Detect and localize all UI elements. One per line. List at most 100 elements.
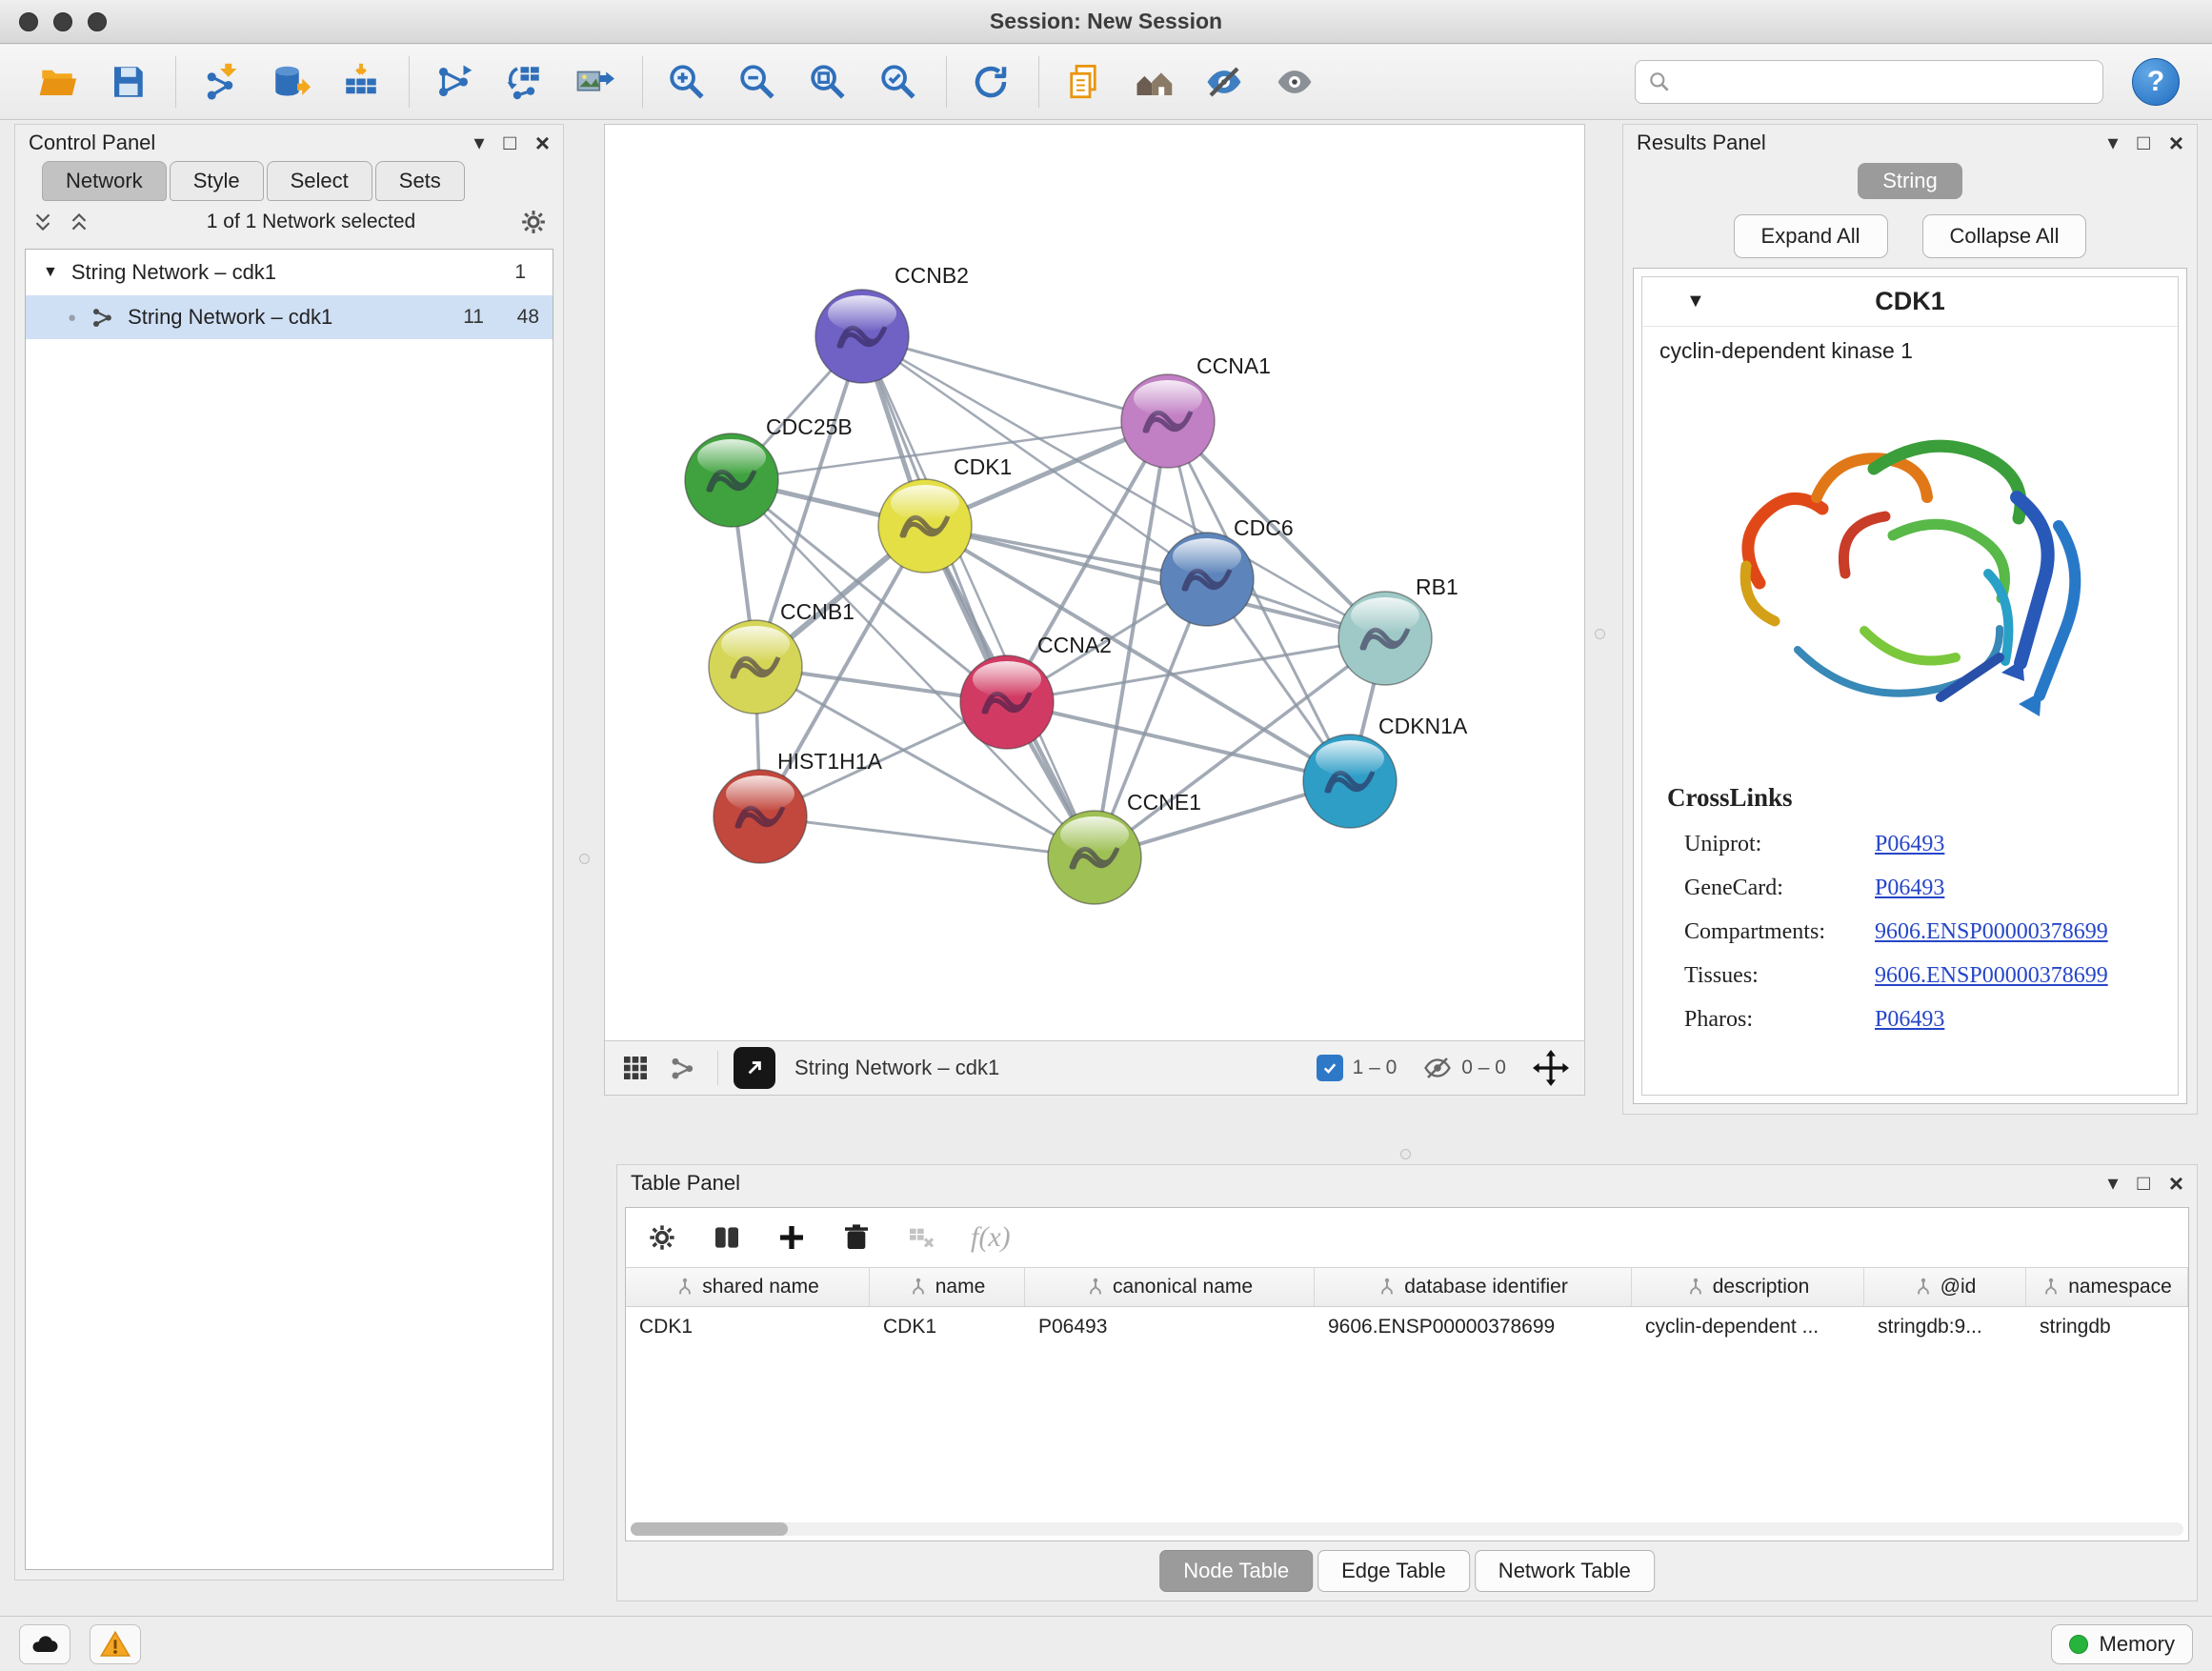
birdseye-grid-icon[interactable] <box>620 1053 651 1083</box>
table-row[interactable]: CDK1 CDK1 P06493 9606.ENSP00000378699 cy… <box>626 1307 2188 1347</box>
network-edge-ccnb2-ccna1[interactable] <box>862 336 1168 421</box>
add-row-plus-icon[interactable] <box>776 1222 807 1253</box>
tree-caret-icon[interactable]: ▼ <box>43 264 58 281</box>
cell-database-identifier[interactable]: 9606.ENSP00000378699 <box>1315 1307 1632 1347</box>
save-session-button[interactable] <box>103 55 152 109</box>
import-network-database-button[interactable] <box>266 55 315 109</box>
cell-name[interactable]: CDK1 <box>870 1307 1025 1347</box>
collapse-all-button[interactable]: Collapse All <box>1922 214 2087 258</box>
network-edge-hist1h1a-ccne1[interactable] <box>760 816 1095 857</box>
close-panel-icon[interactable]: × <box>535 131 550 155</box>
splitter-grip[interactable] <box>1595 629 1605 639</box>
float-panel-icon[interactable]: □ <box>2138 1171 2150 1196</box>
crosslink-link[interactable]: 9606.ENSP00000378699 <box>1875 919 2108 945</box>
refresh-button[interactable] <box>966 55 1016 109</box>
export-image-button[interactable] <box>570 55 619 109</box>
column-header-shared-name[interactable]: shared name <box>626 1268 870 1306</box>
entry-caret-icon[interactable]: ▼ <box>1686 291 1705 312</box>
cell-description[interactable]: cyclin-dependent ... <box>1632 1307 1864 1347</box>
float-panel-icon[interactable]: □ <box>504 131 516 155</box>
cloud-button[interactable] <box>19 1624 70 1664</box>
tab-network[interactable]: Network <box>42 161 167 201</box>
tab-node-table[interactable]: Node Table <box>1159 1550 1313 1592</box>
cell-canonical-name[interactable]: P06493 <box>1025 1307 1315 1347</box>
entry-header[interactable]: ▼ CDK1 <box>1642 277 2178 327</box>
expand-all-icon[interactable] <box>67 210 91 234</box>
splitter-grip[interactable] <box>579 854 590 864</box>
network-node-cdk1[interactable]: CDK1 <box>878 454 1012 573</box>
network-node-ccnb1[interactable]: CCNB1 <box>709 599 855 714</box>
function-builder-fx[interactable]: f(x) <box>971 1221 1011 1254</box>
network-edge-ccnb2-ccne1[interactable] <box>862 336 1095 857</box>
open-session-button[interactable] <box>32 55 82 109</box>
close-panel-icon[interactable]: × <box>2169 1171 2183 1196</box>
memory-button[interactable]: Memory <box>2051 1624 2193 1664</box>
export-network-button[interactable] <box>734 1047 775 1089</box>
column-header-namespace[interactable]: namespace <box>2026 1268 2188 1306</box>
column-header-id[interactable]: @id <box>1864 1268 2026 1306</box>
delete-trash-icon[interactable] <box>841 1222 872 1253</box>
collapse-panel-icon[interactable]: ▾ <box>2107 1171 2118 1196</box>
hidden-eye-slash-icon[interactable] <box>1423 1054 1452 1082</box>
help-button[interactable]: ? <box>2132 58 2180 106</box>
network-from-table-button[interactable] <box>499 55 549 109</box>
column-header-description[interactable]: description <box>1632 1268 1864 1306</box>
crosslink-link[interactable]: P06493 <box>1875 876 1944 901</box>
tab-style[interactable]: Style <box>170 161 264 201</box>
tab-string[interactable]: String <box>1858 163 1961 199</box>
close-panel-icon[interactable]: × <box>2169 131 2183 155</box>
delete-table-icon[interactable] <box>906 1222 936 1253</box>
zoom-fit-button[interactable] <box>803 55 853 109</box>
import-table-button[interactable] <box>336 55 386 109</box>
network-row-selected[interactable]: ● String Network – cdk1 11 48 <box>26 295 553 339</box>
warnings-button[interactable] <box>90 1624 141 1664</box>
splitter-grip[interactable] <box>1400 1149 1411 1159</box>
float-panel-icon[interactable]: □ <box>2138 131 2150 155</box>
tab-edge-table[interactable]: Edge Table <box>1317 1550 1470 1592</box>
network-node-cdkn1a[interactable]: CDKN1A <box>1303 714 1468 828</box>
network-options-gear-icon[interactable] <box>519 208 548 236</box>
search-input[interactable] <box>1681 63 2091 101</box>
tab-network-table[interactable]: Network Table <box>1475 1550 1655 1592</box>
network-node-ccna1[interactable]: CCNA1 <box>1121 353 1271 468</box>
crosslink-link[interactable]: P06493 <box>1875 1007 1944 1033</box>
collapse-all-icon[interactable] <box>30 210 55 234</box>
crosslink-link[interactable]: P06493 <box>1875 832 1944 857</box>
hide-selected-button[interactable] <box>1199 55 1249 109</box>
zoom-out-button[interactable] <box>733 55 782 109</box>
pan-crosshair-icon[interactable] <box>1533 1050 1569 1086</box>
tab-select[interactable]: Select <box>267 161 372 201</box>
crosslink-link[interactable]: 9606.ENSP00000378699 <box>1875 963 2108 989</box>
column-header-canonical-name[interactable]: canonical name <box>1025 1268 1315 1306</box>
copy-document-button[interactable] <box>1058 55 1108 109</box>
horizontal-scrollbar[interactable] <box>631 1522 2183 1536</box>
close-window-button[interactable] <box>19 12 38 31</box>
tab-sets[interactable]: Sets <box>375 161 465 201</box>
cell-id[interactable]: stringdb:9... <box>1864 1307 2026 1347</box>
network-node-ccnb2[interactable]: CCNB2 <box>815 263 969 383</box>
cell-shared-name[interactable]: CDK1 <box>626 1307 870 1347</box>
network-collection-row[interactable]: ▼ String Network – cdk1 1 <box>26 250 553 295</box>
table-settings-gear-icon[interactable] <box>647 1222 677 1253</box>
column-header-database-identifier[interactable]: database identifier <box>1315 1268 1632 1306</box>
scrollbar-thumb[interactable] <box>631 1522 788 1536</box>
show-columns-icon[interactable] <box>712 1222 742 1253</box>
import-network-file-button[interactable] <box>195 55 245 109</box>
network-node-rb1[interactable]: RB1 <box>1338 574 1458 685</box>
show-hidden-button[interactable] <box>1270 55 1319 109</box>
collapse-panel-icon[interactable]: ▾ <box>2107 131 2118 155</box>
minimize-window-button[interactable] <box>53 12 72 31</box>
new-network-button[interactable] <box>429 55 478 109</box>
zoom-in-button[interactable] <box>662 55 712 109</box>
network-canvas[interactable]: CCNB2CCNA1CDC25BCDK1CDC6RB1CCNB1CCNA2CDK… <box>605 125 1584 1040</box>
selected-checkbox-icon[interactable] <box>1317 1055 1343 1081</box>
zoom-window-button[interactable] <box>88 12 107 31</box>
show-panels-button[interactable] <box>1129 55 1178 109</box>
column-header-name[interactable]: name <box>870 1268 1025 1306</box>
expand-all-button[interactable]: Expand All <box>1734 214 1888 258</box>
network-overview-share-icon[interactable] <box>668 1053 698 1083</box>
zoom-selected-button[interactable] <box>874 55 923 109</box>
network-edge-ccna2-cdkn1a[interactable] <box>1007 702 1350 781</box>
network-node-hist1h1a[interactable]: HIST1H1A <box>714 749 883 863</box>
collapse-panel-icon[interactable]: ▾ <box>473 131 484 155</box>
